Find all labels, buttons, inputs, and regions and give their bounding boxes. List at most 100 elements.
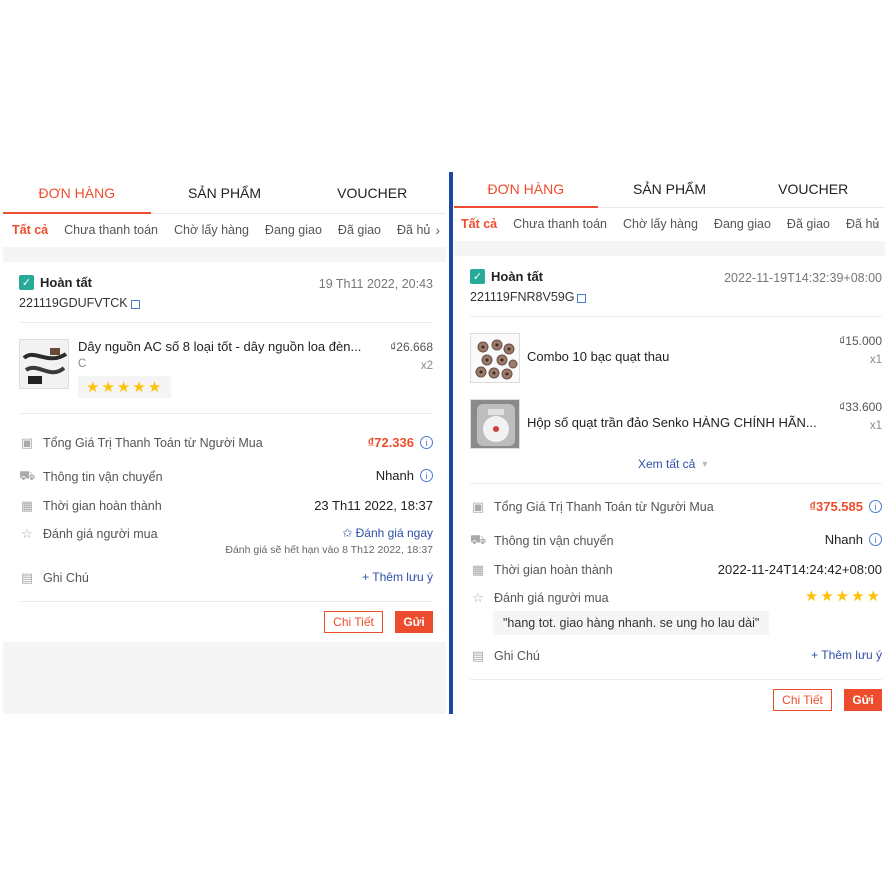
order-id: 221119FNR8V59G bbox=[470, 290, 587, 304]
top-tabs: ĐƠN HÀNG SẢN PHẨM VOUCHER bbox=[454, 172, 885, 208]
info-icon[interactable]: i bbox=[869, 500, 882, 513]
tag-icon: ▣ bbox=[471, 499, 485, 514]
shipping-row-label: ⛟ Thông tin vận chuyển bbox=[470, 532, 614, 548]
product-thumbnail[interactable] bbox=[470, 399, 520, 449]
subtab-delivered[interactable]: Đã giao bbox=[338, 223, 381, 237]
shipping-value: Nhanh i bbox=[376, 468, 433, 483]
tab-vouchers[interactable]: VOUCHER bbox=[741, 172, 885, 207]
buyer-rating: ★ ★ ★ ★ ★ bbox=[805, 587, 882, 606]
see-all-link[interactable]: Xem tất cả ▼ bbox=[638, 457, 709, 471]
divider bbox=[19, 322, 433, 323]
rate-row-label: ☆ Đánh giá người mua bbox=[470, 590, 608, 606]
product-thumbnail[interactable] bbox=[470, 333, 520, 383]
total-row-label: ▣ Tổng Giá Trị Thanh Toán từ Người Mua bbox=[20, 435, 263, 450]
order-status: ✓ Hoàn tất bbox=[470, 269, 543, 284]
completed-value: 23 Th11 2022, 18:37 bbox=[314, 498, 433, 513]
chevron-right-icon[interactable]: › bbox=[874, 216, 879, 232]
product-rating: ★ ★ ★ ★ ★ bbox=[78, 376, 172, 398]
product-name[interactable]: Dây nguồn AC số 8 loại tốt - dây nguồn l… bbox=[78, 339, 373, 354]
total-value: ₫72.336 i bbox=[368, 435, 433, 450]
add-note-link[interactable]: + Thêm lưu ý bbox=[811, 648, 882, 662]
truck-icon: ⛟ bbox=[470, 532, 487, 547]
check-square-icon: ✓ bbox=[470, 269, 485, 284]
star-icon: ★ bbox=[101, 379, 115, 396]
panel-divider bbox=[449, 172, 453, 714]
total-row-label: ▣ Tổng Giá Trị Thanh Toán từ Người Mua bbox=[471, 499, 714, 514]
order-id: 221119GDUFVTCK bbox=[19, 296, 140, 310]
order-datetime: 19 Th11 2022, 20:43 bbox=[318, 277, 433, 291]
divider bbox=[470, 483, 882, 484]
subtab-shipping[interactable]: Đang giao bbox=[265, 223, 322, 237]
star-icon: ★ bbox=[851, 588, 865, 605]
send-button[interactable]: Gửi bbox=[844, 689, 882, 711]
order-card-left: ĐƠN HÀNG SẢN PHẨM VOUCHER Tất cả Chưa th… bbox=[3, 172, 446, 714]
star-icon: ★ bbox=[804, 588, 819, 605]
order-card-right: ĐƠN HÀNG SẢN PHẨM VOUCHER Tất cả Chưa th… bbox=[454, 172, 885, 718]
copy-icon[interactable] bbox=[577, 293, 587, 303]
subtab-unpaid[interactable]: Chưa thanh toán bbox=[64, 223, 158, 237]
subtab-shipping[interactable]: Đang giao bbox=[714, 217, 771, 231]
rate-now-link[interactable]: ✩ Đánh giá ngay bbox=[342, 526, 433, 540]
completed-row-label: ▦ Thời gian hoàn thành bbox=[471, 562, 613, 577]
rate-row-label: ☆ Đánh giá người mua bbox=[19, 526, 157, 542]
subtab-delivered[interactable]: Đã giao bbox=[787, 217, 830, 231]
note-icon: ▤ bbox=[471, 648, 485, 663]
detail-button[interactable]: Chi Tiết bbox=[324, 611, 383, 633]
subtab-to-ship[interactable]: Chờ lấy hàng bbox=[623, 217, 698, 231]
calendar-icon: ▦ bbox=[20, 498, 34, 513]
star-icon: ★ bbox=[86, 379, 100, 396]
top-tabs: ĐƠN HÀNG SẢN PHẨM VOUCHER bbox=[3, 172, 446, 214]
product-name[interactable]: Hộp số quạt trần đảo Senko HÀNG CHÍNH HÃ… bbox=[527, 415, 823, 430]
subtab-to-ship[interactable]: Chờ lấy hàng bbox=[174, 223, 249, 237]
order-status: ✓ Hoàn tất bbox=[19, 275, 92, 290]
tab-orders[interactable]: ĐƠN HÀNG bbox=[3, 172, 151, 214]
product-thumbnail[interactable] bbox=[19, 339, 69, 389]
completed-row-label: ▦ Thời gian hoàn thành bbox=[20, 498, 162, 513]
tag-icon: ▣ bbox=[20, 435, 34, 450]
section-gap bbox=[3, 247, 446, 262]
completed-value: 2022-11-24T14:24:42+08:00 bbox=[717, 562, 882, 577]
check-square-icon: ✓ bbox=[19, 275, 34, 290]
tab-products[interactable]: SẢN PHẨM bbox=[598, 172, 742, 207]
divider bbox=[19, 413, 433, 414]
product-variant: C bbox=[78, 358, 87, 370]
star-icon: ★ bbox=[866, 588, 880, 605]
star-icon: ★ bbox=[147, 379, 162, 396]
calendar-icon: ▦ bbox=[471, 562, 485, 577]
tab-vouchers[interactable]: VOUCHER bbox=[298, 172, 446, 213]
star-icon: ★ bbox=[835, 588, 850, 605]
subtab-cancelled[interactable]: Đã hủ bbox=[397, 223, 430, 237]
tab-orders[interactable]: ĐƠN HÀNG bbox=[454, 172, 598, 208]
info-icon[interactable]: i bbox=[420, 469, 433, 482]
detail-button[interactable]: Chi Tiết bbox=[773, 689, 832, 711]
section-gap bbox=[3, 642, 446, 714]
rate-expiry-note: Đánh giá sẽ hết hạn vào 8 Th12 2022, 18:… bbox=[225, 544, 433, 556]
chevron-down-icon: ▼ bbox=[700, 459, 710, 469]
star-icon: ★ bbox=[820, 588, 834, 605]
buyer-review-text: "hang tot. giao hàng nhanh. se ung ho la… bbox=[493, 611, 770, 635]
product-qty: x1 bbox=[869, 420, 882, 432]
tab-products[interactable]: SẢN PHẨM bbox=[151, 172, 299, 213]
copy-icon[interactable] bbox=[130, 299, 140, 309]
star-outline-icon: ☆ bbox=[472, 590, 484, 605]
info-icon[interactable]: i bbox=[420, 436, 433, 449]
product-price: ₫15.000 bbox=[839, 334, 882, 348]
divider bbox=[470, 679, 882, 680]
shipping-value: Nhanh i bbox=[825, 532, 882, 547]
chevron-right-icon[interactable]: › bbox=[435, 222, 440, 238]
section-gap bbox=[454, 241, 885, 256]
star-outline-icon: ☆ bbox=[21, 526, 33, 541]
add-note-link[interactable]: + Thêm lưu ý bbox=[362, 570, 433, 584]
product-qty: x1 bbox=[869, 354, 882, 366]
star-outline-icon: ✩ bbox=[342, 526, 353, 540]
send-button[interactable]: Gửi bbox=[395, 611, 433, 633]
product-qty: x2 bbox=[420, 360, 433, 372]
info-icon[interactable]: i bbox=[869, 533, 882, 546]
subtab-all[interactable]: Tất cả bbox=[461, 217, 497, 231]
product-name[interactable]: Combo 10 bạc quạt thau bbox=[527, 349, 807, 364]
status-subtabs: Tất cả Chưa thanh toán Chờ lấy hàng Đang… bbox=[454, 210, 885, 238]
subtab-unpaid[interactable]: Chưa thanh toán bbox=[513, 217, 607, 231]
total-value: ₫375.585 i bbox=[809, 499, 882, 514]
note-icon: ▤ bbox=[20, 570, 34, 585]
subtab-all[interactable]: Tất cả bbox=[12, 223, 48, 237]
